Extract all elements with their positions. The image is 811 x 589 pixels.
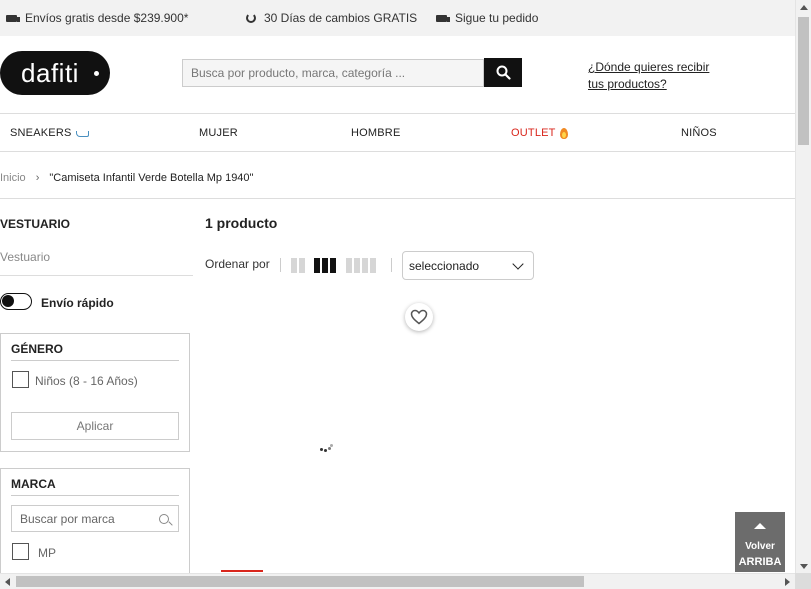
back-to-top-button[interactable]: Volver ARRIBA bbox=[735, 512, 785, 572]
returns-notice[interactable]: 30 Días de cambios GRATIS bbox=[246, 11, 417, 25]
scroll-left-icon[interactable] bbox=[5, 578, 10, 586]
delivery-location-link[interactable]: ¿Dónde quieres recibir tus productos? bbox=[588, 59, 728, 93]
vertical-scrollbar[interactable] bbox=[795, 0, 811, 573]
grid-2-columns-button[interactable] bbox=[291, 258, 305, 273]
search-icon bbox=[159, 514, 169, 524]
nav-item-ninos[interactable]: NIÑOS bbox=[681, 127, 717, 139]
sort-select[interactable]: seleccionado bbox=[402, 251, 534, 280]
track-order-text[interactable]: Sigue tu pedido bbox=[455, 11, 538, 25]
vertical-scroll-thumb[interactable] bbox=[798, 17, 809, 145]
truck-icon bbox=[6, 14, 20, 22]
brand-filter-divider bbox=[11, 495, 179, 496]
gender-filter-divider bbox=[11, 360, 179, 361]
sneaker-icon bbox=[75, 131, 89, 137]
dafiti-logo[interactable]: dafiti bbox=[0, 51, 110, 95]
nav-label-mujer[interactable]: MUJER bbox=[199, 127, 238, 139]
brand-search-input[interactable] bbox=[11, 505, 179, 532]
main-nav: SNEAKERS MUJER HOMBRE OUTLET NIÑOS bbox=[0, 114, 795, 152]
grid-3-columns-button[interactable] bbox=[314, 258, 336, 273]
free-shipping-notice: Envíos gratis desde $239.900* bbox=[6, 11, 188, 25]
results-count: 1 producto bbox=[205, 215, 278, 231]
nav-label-ninos[interactable]: NIÑOS bbox=[681, 127, 717, 139]
category-link[interactable]: Vestuario bbox=[0, 250, 50, 264]
gender-filter-title: GÉNERO bbox=[11, 342, 64, 356]
heart-icon bbox=[410, 309, 428, 325]
top-info-bar: Envíos gratis desde $239.900* 30 Días de… bbox=[0, 0, 795, 36]
breadcrumb-current: "Camiseta Infantil Verde Botella Mp 1940… bbox=[49, 172, 254, 184]
breadcrumb-home[interactable]: Inicio bbox=[0, 172, 26, 184]
apply-filter-button[interactable]: Aplicar bbox=[11, 412, 179, 440]
horizontal-scrollbar[interactable] bbox=[0, 573, 795, 589]
back-to-top-line2[interactable]: ARRIBA bbox=[735, 556, 785, 568]
site-header: dafiti ¿Dónde quieres recibir tus produc… bbox=[0, 36, 795, 114]
nav-label-sneakers[interactable]: SNEAKERS bbox=[10, 127, 72, 139]
nav-item-outlet[interactable]: OUTLET bbox=[511, 127, 568, 139]
horizontal-scroll-thumb[interactable] bbox=[16, 576, 584, 587]
sort-select-value[interactable]: seleccionado bbox=[409, 259, 479, 273]
nav-label-hombre[interactable]: HOMBRE bbox=[351, 127, 400, 139]
fast-shipping-toggle[interactable] bbox=[0, 293, 32, 310]
brand-filter-title: MARCA bbox=[11, 477, 56, 491]
scrollbar-corner bbox=[795, 573, 811, 589]
brand-filter: MARCA MP bbox=[0, 468, 190, 578]
gender-ninos-label[interactable]: Niños (8 - 16 Años) bbox=[35, 374, 138, 388]
search-button[interactable] bbox=[484, 58, 522, 87]
truck-icon bbox=[436, 14, 450, 22]
chevron-down-icon bbox=[512, 258, 524, 270]
track-order-link[interactable]: Sigue tu pedido bbox=[436, 11, 538, 25]
nav-label-outlet[interactable]: OUTLET bbox=[511, 127, 556, 139]
fast-shipping-label: Envío rápido bbox=[41, 296, 114, 310]
wishlist-button[interactable] bbox=[405, 303, 433, 331]
back-to-top-line1[interactable]: Volver bbox=[735, 541, 785, 552]
free-shipping-text: Envíos gratis desde $239.900* bbox=[25, 11, 189, 25]
nav-item-mujer[interactable]: MUJER bbox=[199, 127, 238, 139]
returns-text[interactable]: 30 Días de cambios GRATIS bbox=[264, 11, 417, 25]
search-icon bbox=[496, 65, 511, 80]
section-divider bbox=[0, 198, 795, 199]
breadcrumb-separator: › bbox=[35, 172, 40, 184]
nav-item-sneakers[interactable]: SNEAKERS bbox=[10, 127, 89, 139]
scroll-up-icon[interactable] bbox=[800, 5, 808, 10]
toolbar-separator bbox=[280, 258, 281, 272]
scroll-right-icon[interactable] bbox=[785, 578, 790, 586]
loading-spinner-icon bbox=[320, 444, 334, 452]
brand-mp-checkbox[interactable] bbox=[12, 543, 29, 560]
refresh-icon bbox=[246, 13, 256, 23]
toolbar-separator bbox=[391, 258, 392, 272]
category-divider bbox=[0, 275, 193, 276]
gender-filter: GÉNERO Niños (8 - 16 Años) Aplicar bbox=[0, 333, 190, 452]
logo-text[interactable]: dafiti bbox=[21, 58, 79, 89]
category-title: VESTUARIO bbox=[0, 217, 71, 231]
scroll-down-icon[interactable] bbox=[800, 564, 808, 569]
breadcrumb: Inicio › "Camiseta Infantil Verde Botell… bbox=[0, 172, 253, 184]
sort-label: Ordenar por bbox=[205, 257, 270, 271]
grid-4-columns-button[interactable] bbox=[346, 258, 376, 273]
arrow-up-icon bbox=[754, 523, 766, 529]
product-badge bbox=[221, 570, 263, 572]
logo-dot bbox=[94, 71, 99, 76]
search-input[interactable] bbox=[182, 59, 484, 87]
gender-ninos-checkbox[interactable] bbox=[12, 371, 29, 388]
brand-mp-label[interactable]: MP bbox=[38, 546, 56, 560]
fire-icon bbox=[559, 127, 568, 139]
nav-item-hombre[interactable]: HOMBRE bbox=[351, 127, 400, 139]
